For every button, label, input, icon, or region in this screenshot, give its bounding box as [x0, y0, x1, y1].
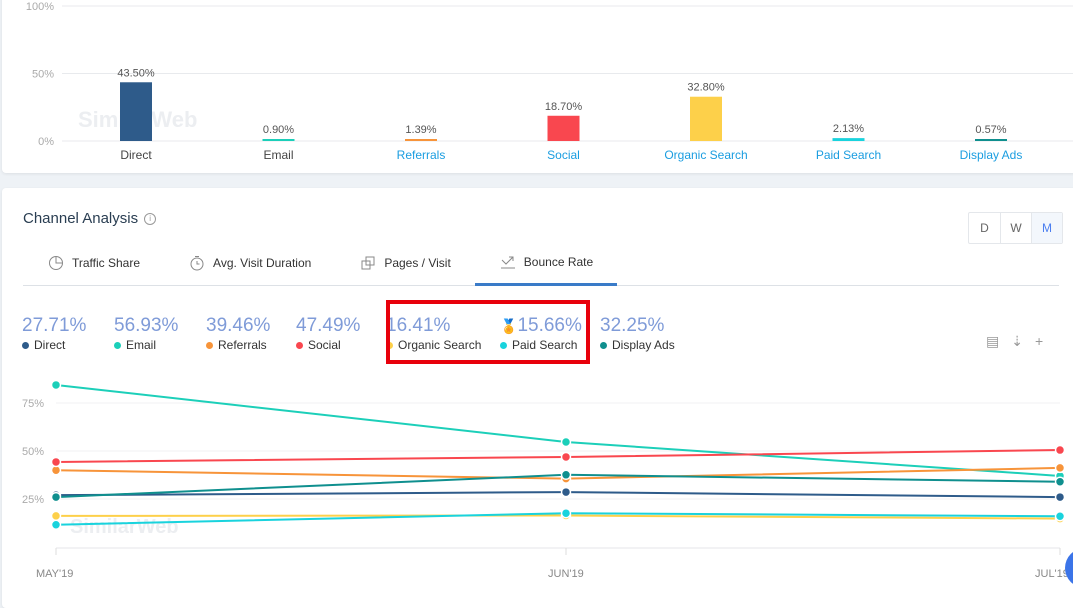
tab-label: Traffic Share [72, 256, 141, 270]
bar-direct [120, 82, 152, 141]
series-name: Email [126, 338, 157, 352]
tab-label: Bounce Rate [523, 254, 594, 269]
legend-item-social[interactable]: 47.49% Social [296, 315, 386, 352]
category-label[interactable]: Social [547, 148, 580, 162]
tab-pages-visit[interactable]: Pages / Visit [335, 240, 474, 286]
y-tick-label: 100% [26, 1, 54, 13]
section-title: Channel Analysis i [23, 210, 157, 227]
traffic-sources-card: 100%50%0%SimilarWeb43.50%Direct0.90%Emai… [2, 0, 1073, 173]
legend-dot [114, 341, 121, 349]
bar-display-ads [975, 139, 1007, 141]
bar-value-label: 43.50% [117, 67, 155, 79]
bar-value-label: 0.57% [975, 124, 1006, 136]
legend-value: 56.93% [114, 315, 206, 337]
tab-label: Pages / Visit [384, 256, 451, 270]
legend-item-email[interactable]: 56.93% Email [114, 315, 206, 352]
chart-tools: ▤ ⇣ + [986, 333, 1043, 350]
legend-dot [206, 341, 213, 349]
legend-label: Email [114, 338, 206, 352]
title-text: Channel Analysis [23, 210, 139, 227]
bar-social [547, 115, 580, 141]
legend-item-referrals[interactable]: 39.46% Referrals [206, 315, 296, 352]
bar-value-label: 0.90% [263, 124, 294, 136]
bar-paid-search [832, 138, 865, 141]
bounce-icon [500, 256, 515, 268]
legend-value: 32.25% [600, 315, 690, 337]
legend-value: 27.71% [22, 315, 114, 337]
period-d-button[interactable]: D [969, 213, 1000, 243]
add-icon[interactable]: + [1035, 333, 1043, 350]
series-name: Direct [34, 338, 66, 352]
avg-value: 39.46% [206, 315, 271, 336]
bar-organic-search [690, 96, 722, 141]
series-name: Social [308, 338, 341, 352]
y-tick-label: 0% [38, 136, 54, 148]
legend-label: Social [296, 338, 386, 352]
tab-bounce-rate[interactable]: Bounce Rate [474, 240, 618, 286]
highlight-box [386, 300, 590, 364]
legend-label: Display Ads [600, 338, 690, 352]
legend-dot [22, 341, 29, 349]
bar-value-label: 1.39% [405, 124, 436, 136]
avg-value: 56.93% [114, 315, 179, 336]
tab-traffic-share[interactable]: Traffic Share [23, 240, 164, 286]
category-label: Email [263, 148, 293, 162]
series-name: Display Ads [612, 338, 675, 352]
avg-value: 47.49% [296, 315, 361, 336]
legend-value: 39.46% [206, 315, 296, 337]
info-icon[interactable]: i [144, 213, 157, 225]
bar-value-label: 2.13% [833, 123, 864, 135]
bar-value-label: 32.80% [687, 82, 725, 94]
channel-analysis-card: Channel Analysis i D W M Traffic Share Av… [2, 188, 1073, 608]
legend-label: Referrals [206, 338, 296, 352]
avg-value: 27.71% [22, 315, 87, 336]
legend-value: 47.49% [296, 315, 386, 337]
legend-label: Direct [22, 338, 114, 352]
y-tick-label: 50% [32, 69, 54, 81]
legend-dot [296, 341, 303, 349]
tab-label: Avg. Visit Duration [213, 256, 312, 270]
category-label[interactable]: Organic Search [664, 148, 747, 162]
export-excel-icon[interactable]: ▤ [986, 333, 999, 350]
category-label: Direct [120, 148, 152, 162]
legend-item-display-ads[interactable]: 32.25% Display Ads [600, 315, 690, 352]
legend-dot [600, 341, 607, 349]
pie-chart-icon [49, 256, 63, 270]
period-w-button[interactable]: W [1000, 213, 1031, 243]
pages-icon [361, 256, 375, 270]
category-label[interactable]: Referrals [397, 148, 446, 162]
traffic-bar-chart: 100%50%0%SimilarWeb43.50%Direct0.90%Emai… [26, 1, 1073, 162]
bar-referrals [405, 139, 437, 141]
bar-value-label: 18.70% [545, 101, 583, 113]
legend-item-direct[interactable]: 27.71% Direct [22, 315, 114, 352]
period-m-button[interactable]: M [1031, 213, 1062, 243]
category-label[interactable]: Display Ads [960, 148, 1023, 162]
stopwatch-icon [190, 256, 204, 271]
bar-email [262, 139, 295, 141]
avg-value: 32.25% [600, 315, 665, 336]
metric-tabs: Traffic Share Avg. Visit Duration Pages … [23, 240, 1059, 286]
tab-avg-visit-duration[interactable]: Avg. Visit Duration [164, 240, 335, 286]
category-label[interactable]: Paid Search [816, 148, 881, 162]
sort-icon[interactable]: ⇣ [1011, 333, 1023, 350]
series-name: Referrals [218, 338, 267, 352]
